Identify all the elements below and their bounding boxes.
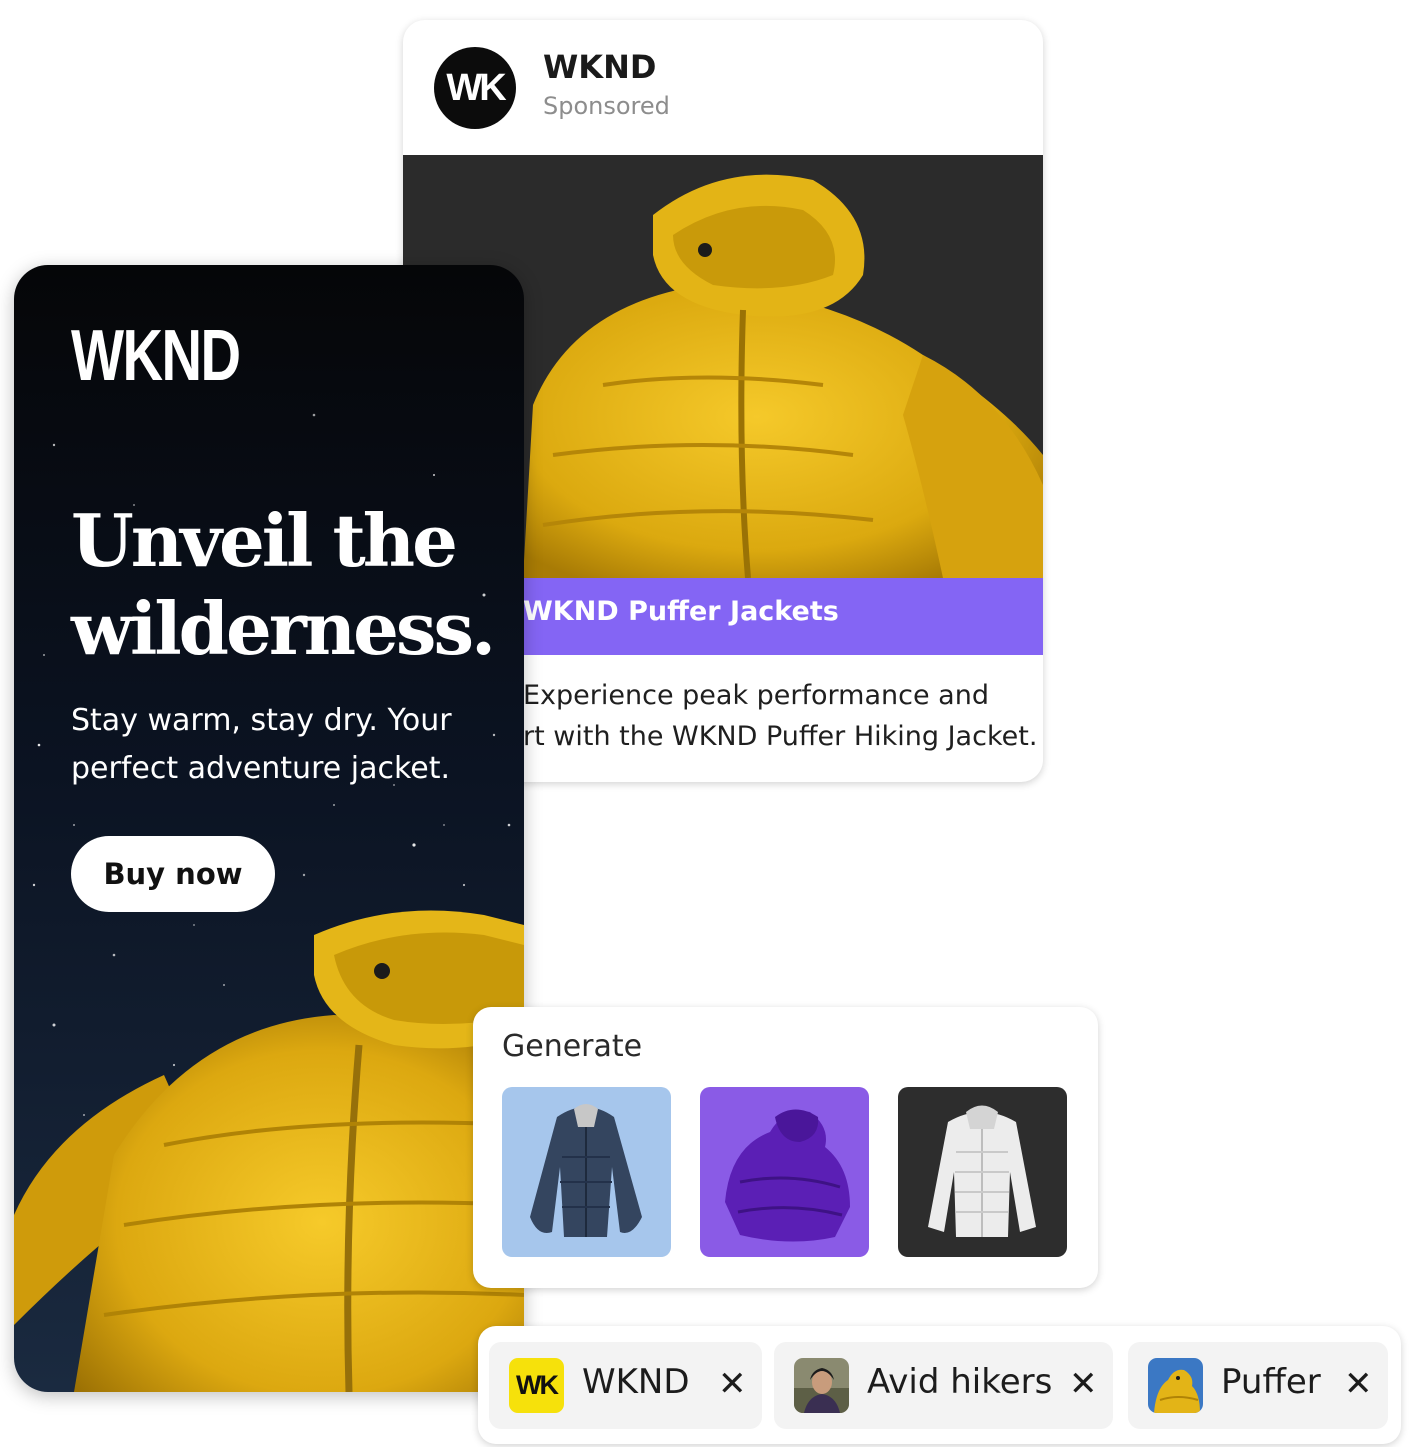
white-puffer-icon xyxy=(928,1105,1036,1237)
tag-chip-puffer[interactable]: Puffer ✕ xyxy=(1128,1342,1388,1429)
close-icon[interactable]: ✕ xyxy=(1069,1364,1098,1404)
post-header: WK WKND Sponsored xyxy=(403,20,1043,155)
navy-parka-icon xyxy=(530,1104,642,1237)
purple-puffer-icon xyxy=(725,1109,850,1242)
subheading-line: perfect adventure jacket. xyxy=(71,751,451,786)
close-icon[interactable]: ✕ xyxy=(718,1364,747,1404)
banner-subheading: Stay warm, stay dry. Your perfect advent… xyxy=(71,697,452,793)
buy-now-button[interactable]: Buy now xyxy=(71,836,275,912)
tag-chip-avid-hikers[interactable]: Avid hikers ✕ xyxy=(774,1342,1113,1429)
post-body-line: rt with the WKND Puffer Hiking Jacket. xyxy=(523,721,1038,752)
generate-title: Generate xyxy=(502,1029,643,1064)
banner-ad: WKND Unveil the wilderness. Stay warm, s… xyxy=(14,265,524,1392)
headline-line: wilderness. xyxy=(71,586,496,671)
hiker-portrait-icon xyxy=(794,1358,849,1413)
sponsored-label: Sponsored xyxy=(543,92,670,120)
post-body-text: Experience peak performance and rt with … xyxy=(523,675,1038,757)
banner-headline: Unveil the wilderness. xyxy=(71,497,524,673)
post-body-line: Experience peak performance and xyxy=(523,680,989,711)
tag-label: Avid hikers xyxy=(867,1362,1053,1402)
generate-panel: Generate xyxy=(473,1007,1098,1288)
variant-thumbnail-white[interactable] xyxy=(898,1087,1067,1257)
post-cta-label: WKND Puffer Jackets xyxy=(523,596,839,627)
tag-label: WKND xyxy=(582,1362,690,1402)
tag-label: Puffer xyxy=(1221,1362,1321,1402)
subheading-line: Stay warm, stay dry. Your xyxy=(71,703,452,738)
tag-chip-wknd[interactable]: WK WKND ✕ xyxy=(489,1342,762,1429)
post-brand-name[interactable]: WKND xyxy=(543,48,656,86)
headline-line: Unveil the xyxy=(71,498,458,583)
brand-avatar[interactable]: WK xyxy=(434,47,516,129)
yellow-jacket-icon xyxy=(14,910,524,1392)
close-icon[interactable]: ✕ xyxy=(1344,1364,1373,1404)
wk-logo-icon: WK xyxy=(509,1358,564,1413)
variant-thumbnail-purple[interactable] xyxy=(700,1087,869,1257)
variant-thumbnail-navy[interactable] xyxy=(502,1087,671,1257)
tag-bar: WK WKND ✕ Avid hikers ✕ Puffer ✕ xyxy=(478,1326,1401,1444)
banner-logo: WKND xyxy=(71,316,241,396)
yellow-jacket-icon xyxy=(1148,1358,1203,1413)
